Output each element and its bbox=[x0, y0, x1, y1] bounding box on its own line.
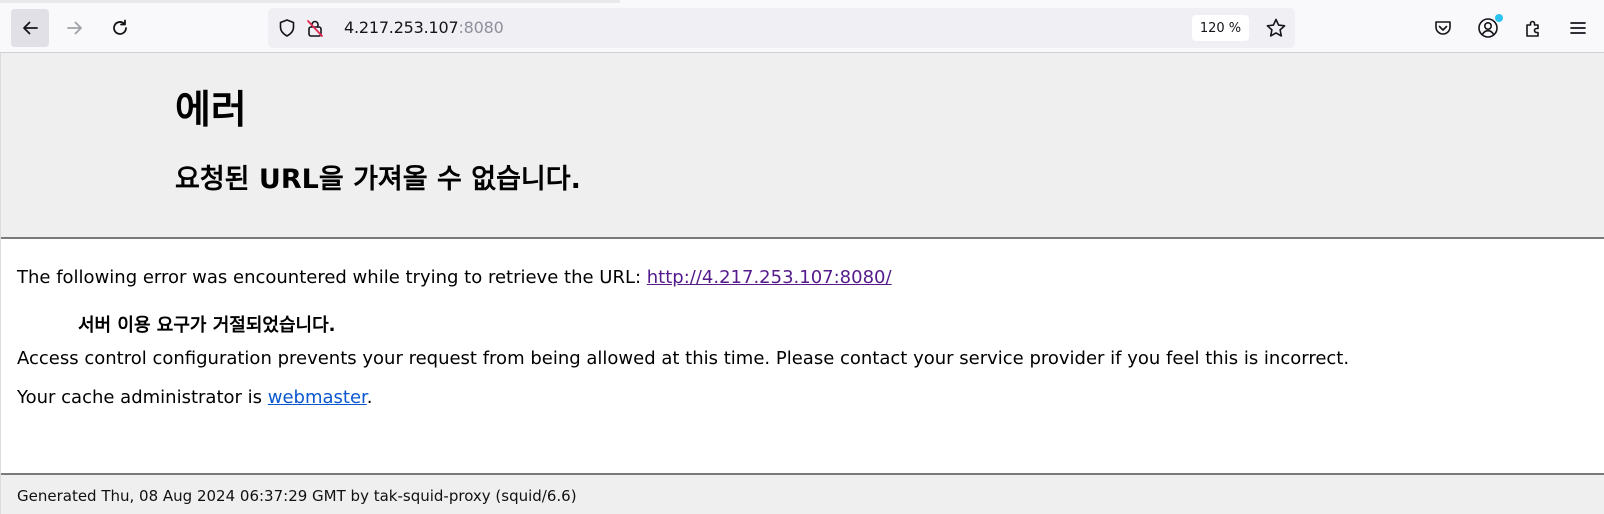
star-icon[interactable] bbox=[1265, 17, 1287, 39]
page-subtitle: 요청된 URL을 가져올 수 없습니다. bbox=[175, 164, 581, 195]
shield-icon[interactable] bbox=[276, 17, 298, 39]
footer-text: Generated Thu, 08 Aug 2024 06:37:29 GMT … bbox=[17, 487, 577, 505]
account-notification-dot bbox=[1495, 14, 1503, 22]
url-host: 4.217.253.107 bbox=[344, 18, 459, 37]
error-url-line: The following error was encountered whil… bbox=[17, 269, 892, 287]
url-port: :8080 bbox=[458, 18, 504, 37]
zoom-level-badge[interactable]: 120 % bbox=[1192, 15, 1249, 41]
account-button[interactable] bbox=[1469, 9, 1507, 47]
back-button[interactable] bbox=[11, 9, 49, 47]
forward-arrow-icon bbox=[65, 18, 85, 38]
page-footer: Generated Thu, 08 Aug 2024 06:37:29 GMT … bbox=[1, 473, 1604, 514]
error-description: Access control configuration prevents yo… bbox=[17, 348, 1350, 369]
menu-button[interactable] bbox=[1559, 9, 1597, 47]
url-text[interactable]: 4.217.253.107:8080 bbox=[344, 18, 504, 37]
pocket-button[interactable] bbox=[1424, 9, 1462, 47]
error-reason: 서버 이용 요구가 거절되었습니다. bbox=[78, 315, 336, 336]
back-arrow-icon bbox=[20, 18, 40, 38]
pocket-icon bbox=[1433, 18, 1453, 38]
admin-line: Your cache administrator is webmaster. bbox=[17, 389, 373, 407]
insecure-lock-icon[interactable] bbox=[304, 17, 326, 39]
page-title: 에러 bbox=[175, 88, 247, 133]
reload-button[interactable] bbox=[101, 9, 139, 47]
extensions-icon bbox=[1523, 18, 1543, 38]
hamburger-menu-icon bbox=[1568, 18, 1588, 38]
error-line-prefix: The following error was encountered whil… bbox=[17, 267, 647, 288]
error-url-link[interactable]: http://4.217.253.107:8080/ bbox=[647, 267, 892, 288]
tab-strip-edge bbox=[0, 0, 620, 3]
browser-toolbar: 4.217.253.107:8080 120 % bbox=[0, 0, 1604, 53]
forward-button[interactable] bbox=[56, 9, 94, 47]
error-header: 에러 요청된 URL을 가져올 수 없습니다. bbox=[1, 53, 1604, 239]
admin-prefix: Your cache administrator is bbox=[17, 387, 268, 408]
url-bar[interactable]: 4.217.253.107:8080 120 % bbox=[268, 8, 1295, 48]
extensions-button[interactable] bbox=[1514, 9, 1552, 47]
admin-suffix: . bbox=[366, 387, 373, 408]
webmaster-link[interactable]: webmaster bbox=[268, 387, 367, 408]
reload-icon bbox=[110, 18, 130, 38]
page-content: 에러 요청된 URL을 가져올 수 없습니다. The following er… bbox=[0, 53, 1604, 514]
